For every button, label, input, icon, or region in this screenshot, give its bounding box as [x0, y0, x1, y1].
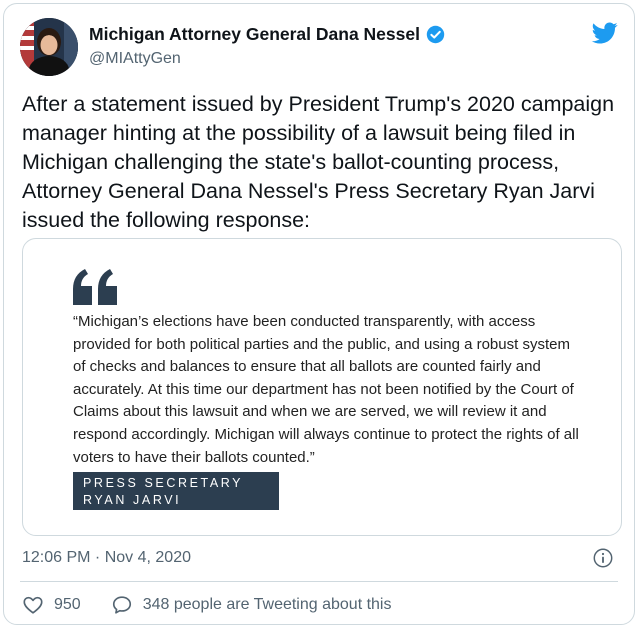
- action-bar: 950 348 people are Tweeting about this: [22, 594, 391, 616]
- speech-bubble-icon: [112, 596, 131, 614]
- divider: [20, 581, 618, 582]
- attribution-banner: PRESS SECRETARY RYAN JARVI: [73, 472, 279, 510]
- attribution-name: RYAN JARVI: [83, 493, 182, 507]
- author-name[interactable]: Michigan Attorney General Dana Nessel: [89, 24, 445, 45]
- like-count: 950: [54, 596, 81, 613]
- embedded-image[interactable]: “Michigan’s elections have been conducte…: [22, 238, 622, 536]
- verified-badge-icon: [426, 25, 445, 44]
- statement-quote: “Michigan’s elections have been conducte…: [73, 313, 579, 466]
- author-handle[interactable]: @MIAttyGen: [89, 50, 181, 68]
- conversation-label: 348 people are Tweeting about this: [142, 596, 392, 613]
- avatar[interactable]: [20, 18, 78, 76]
- info-icon[interactable]: [592, 547, 614, 569]
- like-button[interactable]: 950: [22, 594, 81, 616]
- author-name-label: Michigan Attorney General Dana Nessel: [89, 24, 420, 44]
- quote-mark-icon: [73, 269, 117, 305]
- twitter-bird-icon[interactable]: [590, 20, 620, 46]
- tweet-text: After a statement issued by President Tr…: [22, 92, 615, 232]
- conversation-link[interactable]: 348 people are Tweeting about this: [111, 594, 392, 616]
- heart-icon: [23, 596, 43, 614]
- attribution-title: PRESS SECRETARY: [83, 476, 244, 490]
- tweet-card: Michigan Attorney General Dana Nessel @M…: [3, 3, 635, 625]
- tweet-timestamp[interactable]: 12:06 PM · Nov 4, 2020: [22, 549, 191, 567]
